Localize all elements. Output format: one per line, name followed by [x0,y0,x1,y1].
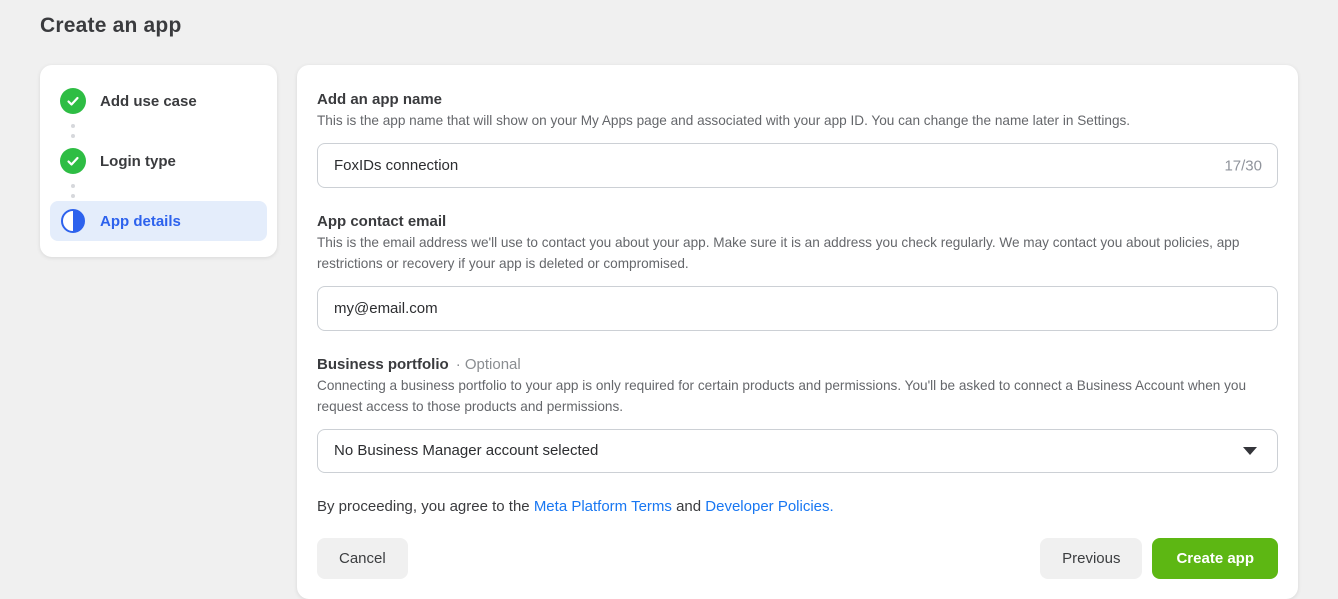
contact-email-label: App contact email [317,213,446,230]
terms-text: By proceeding, you agree to the Meta Pla… [317,498,1278,515]
create-app-button[interactable]: Create app [1152,538,1278,579]
contact-email-section: App contact email This is the email addr… [317,213,1278,331]
step-app-details[interactable]: App details [50,201,267,241]
terms-prefix: By proceeding, you agree to the [317,498,534,515]
half-progress-icon [61,209,85,233]
app-name-section: Add an app name This is the app name tha… [317,91,1278,188]
app-name-label: Add an app name [317,91,442,108]
meta-platform-terms-link[interactable]: Meta Platform Terms [534,498,672,515]
cancel-button[interactable]: Cancel [317,538,408,579]
app-name-input[interactable] [317,143,1278,188]
terms-conjunction: and [672,498,705,515]
step-label: Login type [100,153,176,170]
check-icon [60,148,86,174]
developer-policies-link[interactable]: Developer Policies. [705,498,833,515]
business-portfolio-description: Connecting a business portfolio to your … [317,376,1277,417]
business-portfolio-selected-value: No Business Manager account selected [334,442,598,459]
app-name-description: This is the app name that will show on y… [317,111,1277,131]
step-label: Add use case [100,93,197,110]
step-label: App details [100,213,181,230]
previous-button[interactable]: Previous [1040,538,1142,579]
contact-email-description: This is the email address we'll use to c… [317,233,1277,274]
page-title: Create an app [40,14,1298,38]
contact-email-input[interactable] [317,286,1278,331]
step-add-use-case[interactable]: Add use case [50,81,267,121]
optional-tag: · Optional [456,356,521,373]
step-connector [71,184,267,198]
create-app-page: Create an app Add use case Login type [0,0,1338,599]
check-icon [60,88,86,114]
caret-down-icon [1243,447,1257,455]
stepper-card: Add use case Login type App details [40,65,277,257]
step-connector [71,124,267,138]
step-login-type[interactable]: Login type [50,141,267,181]
business-portfolio-select[interactable]: No Business Manager account selected [317,429,1278,473]
app-details-form-card: Add an app name This is the app name tha… [297,65,1298,599]
business-portfolio-section: Business portfolio · Optional Connecting… [317,356,1278,473]
business-portfolio-label: Business portfolio [317,356,449,373]
